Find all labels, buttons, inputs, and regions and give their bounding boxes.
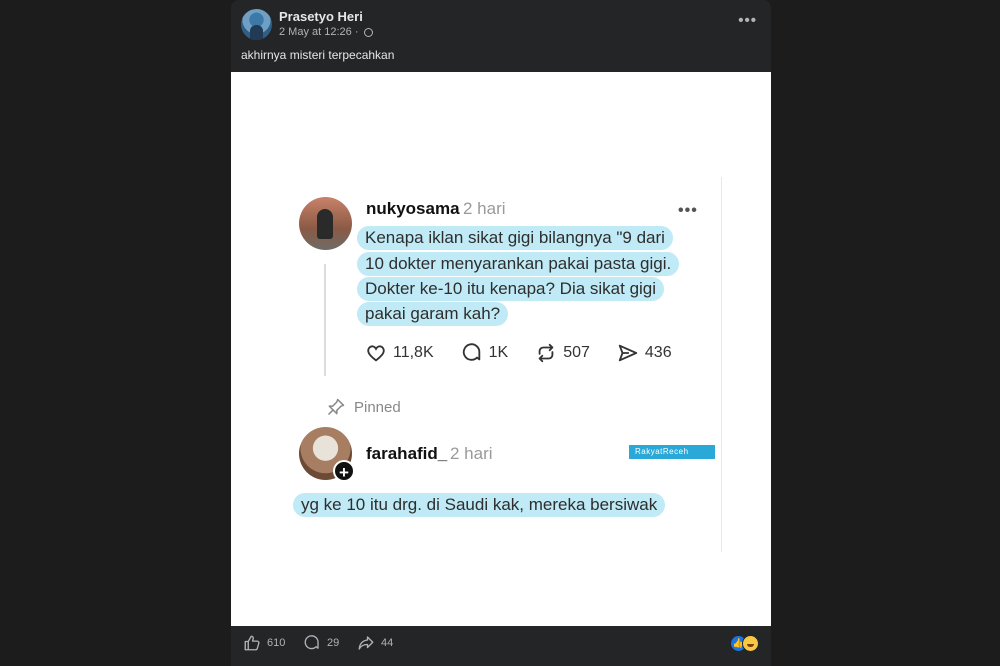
repost-action: 507 xyxy=(535,342,590,364)
follow-plus-icon: + xyxy=(333,460,355,482)
divider xyxy=(721,177,722,552)
post-caption: akhirnya misteri terpecahkan xyxy=(241,48,395,62)
reply-count: 1K xyxy=(488,344,509,361)
post-footer: 610 29 44 👍 xyxy=(231,626,771,666)
post-text-line: Dokter ke-10 itu kenapa? Dia sikat gigi xyxy=(357,277,665,301)
comment-icon xyxy=(462,343,480,361)
reply-text: yg ke 10 itu drg. di Saudi kak, mereka b… xyxy=(293,493,666,517)
more-icon: ••• xyxy=(678,202,698,219)
thread-actions: 11,8K 1K 507 436 xyxy=(365,342,699,364)
nukyosama-avatar xyxy=(299,197,352,250)
pin-icon xyxy=(327,398,345,416)
send-icon xyxy=(618,344,638,362)
reaction-summary[interactable]: 👍 xyxy=(730,635,759,652)
comment-button[interactable]: 29 xyxy=(303,634,339,652)
comment-icon xyxy=(304,635,319,650)
username: farahafid_ xyxy=(366,444,448,463)
author-name[interactable]: Prasetyo Heri xyxy=(279,9,363,24)
post-time: 2 hari xyxy=(463,199,506,218)
share-action: 436 xyxy=(617,342,672,364)
pinned-label: Pinned xyxy=(326,397,401,417)
heart-icon xyxy=(367,345,385,362)
globe-icon xyxy=(363,27,373,37)
like-count: 11,8K xyxy=(393,344,434,361)
haha-reaction-icon xyxy=(742,635,759,652)
comment-count: 29 xyxy=(327,637,340,649)
share-icon xyxy=(358,636,374,650)
share-count: 436 xyxy=(644,344,672,361)
post-header: Prasetyo Heri 2 May at 12:26 · ••• xyxy=(231,0,771,46)
author-avatar[interactable] xyxy=(241,9,272,40)
post-text-line: Kenapa iklan sikat gigi bilangnya "9 dar… xyxy=(357,226,673,250)
post-text-line: pakai garam kah? xyxy=(357,302,509,326)
reply-action: 1K xyxy=(461,342,509,364)
like-action: 11,8K xyxy=(365,342,434,364)
more-options-button[interactable]: ••• xyxy=(738,12,757,29)
thumbs-up-icon xyxy=(244,635,260,651)
post-text-line: 10 dokter menyarankan pakai pasta gigi. xyxy=(357,252,680,276)
like-button[interactable]: 610 xyxy=(243,634,285,652)
repost-count: 507 xyxy=(563,344,590,361)
share-button[interactable]: 44 xyxy=(357,634,393,652)
repost-icon xyxy=(538,343,554,363)
facebook-post: Prasetyo Heri 2 May at 12:26 · ••• akhir… xyxy=(231,0,771,666)
post-image[interactable]: nukyosama 2 hari ••• Kenapa iklan sikat … xyxy=(231,72,771,626)
post-timestamp[interactable]: 2 May at 12:26 · xyxy=(279,26,359,38)
username: nukyosama xyxy=(366,199,460,218)
watermark: RakyatReceh xyxy=(629,445,715,459)
post-time: 2 hari xyxy=(450,444,493,463)
post-meta: 2 May at 12:26 · xyxy=(279,26,373,38)
share-count: 44 xyxy=(381,637,394,649)
thread-line xyxy=(324,264,326,376)
pinned-text: Pinned xyxy=(354,398,401,416)
like-count: 610 xyxy=(267,637,286,649)
